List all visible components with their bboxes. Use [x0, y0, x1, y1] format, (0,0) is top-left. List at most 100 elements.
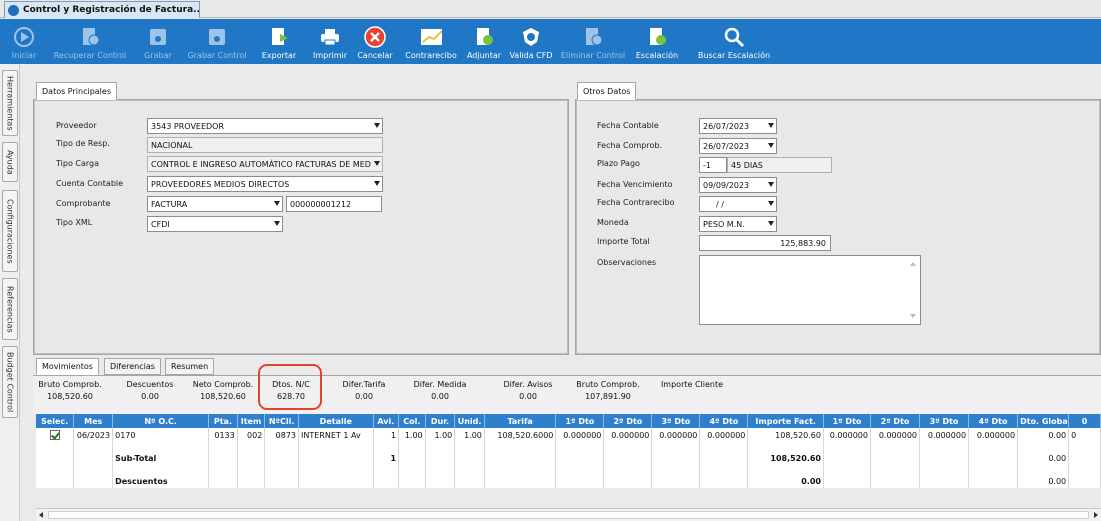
cell-dto2[interactable]: 0.000000 [603, 428, 653, 442]
cuenta-contable-select[interactable]: PROVEEDORES MEDIOS DIRECTOS [147, 176, 383, 192]
export-document-icon [268, 26, 290, 48]
sidebar-tab-ayuda[interactable]: Ayuda [2, 142, 18, 182]
sidebar-tab-budget-control[interactable]: Budget Control [2, 346, 18, 418]
comprobante-number-input[interactable]: 000000001212 [286, 196, 382, 212]
cell-dto3b[interactable]: 0.000000 [919, 428, 970, 442]
escalacion-button[interactable]: Escalación [632, 19, 682, 64]
fecha-contrarecibo-picker[interactable]: / / [699, 196, 777, 212]
scroll-down-icon[interactable] [910, 314, 916, 318]
col-header[interactable]: 2º Dto [870, 414, 921, 428]
moneda-value: PESO M.N. [703, 219, 745, 229]
sidebar-tab-configuraciones[interactable]: Configuraciones [2, 190, 18, 272]
col-header[interactable]: 1º Dto [555, 414, 605, 428]
recuperar-control-button[interactable]: Recuperar Control [54, 19, 126, 64]
cell-avi[interactable]: 1 [373, 428, 400, 442]
adjuntar-button[interactable]: Adjuntar [464, 19, 504, 64]
cell-dto2b[interactable]: 0.000000 [870, 428, 921, 442]
horizontal-scrollbar[interactable] [36, 508, 1101, 521]
cell-detalle[interactable]: INTERNET 1 Av [298, 428, 374, 442]
tab-resumen[interactable]: Resumen [165, 358, 215, 375]
escalacion-label: Escalación [635, 51, 679, 60]
cell-cli[interactable]: 0873 [264, 428, 299, 442]
cell-dto4[interactable]: 0.000000 [699, 428, 749, 442]
cell-dur[interactable]: 1.00 [425, 428, 456, 442]
cell-item[interactable]: 002 [237, 428, 266, 442]
cell-tarifa[interactable]: 108,520.6000 [484, 428, 557, 442]
valida-cfd-button[interactable]: Valida CFD [508, 19, 554, 64]
col-header[interactable]: 3º Dto [919, 414, 970, 428]
cell-oc[interactable]: 0170 [112, 428, 210, 442]
cell-dto4b[interactable]: 0.000000 [968, 428, 1019, 442]
grabar-button[interactable]: Grabar [140, 19, 176, 64]
chevron-down-icon [374, 181, 380, 186]
sidebar-tab-herramientas[interactable]: Herramientas [2, 70, 18, 136]
tab-datos-principales[interactable]: Datos Principales [36, 82, 117, 100]
row-checkbox[interactable] [49, 430, 60, 440]
exportar-button[interactable]: Exportar [254, 19, 304, 64]
buscar-escalacion-button[interactable]: Buscar Escalación [694, 19, 774, 64]
select-cell[interactable] [36, 428, 75, 442]
scrollbar-thumb[interactable] [48, 511, 1089, 519]
comprobante-number-value: 000000001212 [290, 199, 352, 209]
scroll-left-icon[interactable] [39, 512, 43, 518]
col-header[interactable]: Dur. [425, 414, 456, 428]
observaciones-textarea[interactable] [699, 255, 921, 325]
col-header[interactable]: 4º Dto [699, 414, 749, 428]
col-header[interactable]: 4º Dto [968, 414, 1019, 428]
cuenta-contable-value: PROVEEDORES MEDIOS DIRECTOS [151, 179, 290, 189]
col-header[interactable]: Nº O.C. [112, 414, 210, 428]
cell-last[interactable]: 0 [1068, 428, 1101, 442]
col-header[interactable]: Dto. Global [1017, 414, 1070, 428]
tab-otros-datos[interactable]: Otros Datos [577, 82, 637, 100]
col-header[interactable]: NºCli. [264, 414, 299, 428]
tab-movimientos[interactable]: Movimientos [36, 358, 99, 375]
col-header[interactable]: Mes [73, 414, 114, 428]
cell-importe-fact[interactable]: 108,520.60 [747, 428, 824, 442]
proveedor-select[interactable]: 3543 PROVEEDOR [147, 118, 383, 134]
col-header[interactable]: Item [237, 414, 266, 428]
col-header[interactable]: Tarifa [484, 414, 557, 428]
cell-dto-global[interactable]: 0.00 [1017, 428, 1070, 442]
cell-pta[interactable]: 0133 [208, 428, 238, 442]
col-header[interactable]: 3º Dto [651, 414, 701, 428]
col-header[interactable]: Avi. [373, 414, 400, 428]
imprimir-button[interactable]: Imprimir [310, 19, 350, 64]
col-header[interactable]: 1º Dto [823, 414, 871, 428]
eliminar-control-button[interactable]: Eliminar Control [560, 19, 626, 64]
cancelar-button[interactable]: Cancelar [354, 19, 396, 64]
cell-dto1[interactable]: 0.000000 [555, 428, 605, 442]
sidebar-tab-referencias[interactable]: Referencias [2, 278, 18, 340]
contrarecibo-button[interactable]: Contrarecibo [400, 19, 462, 64]
tipo-carga-select[interactable]: CONTROL E INGRESO AUTOMÁTICO FACTURAS DE… [147, 156, 383, 172]
col-header[interactable]: Col. [398, 414, 426, 428]
col-header[interactable]: Detalle [298, 414, 374, 428]
col-header[interactable]: Pta. [208, 414, 238, 428]
iniciar-button[interactable]: Iniciar [8, 19, 40, 64]
importe-total-field[interactable]: 125,883.90 [699, 235, 831, 251]
col-header[interactable]: 0 [1068, 414, 1101, 428]
plazo-pago-input[interactable]: -1 [699, 157, 727, 173]
cell-dto3[interactable]: 0.000000 [651, 428, 701, 442]
table-row[interactable]: 06/2023 0170 0133 002 0873 INTERNET 1 Av… [36, 428, 1101, 442]
comprobante-select[interactable]: FACTURA [147, 196, 283, 212]
tab-diferencias[interactable]: Diferencias [104, 358, 161, 375]
cell-dto1b[interactable]: 0.000000 [823, 428, 871, 442]
scroll-right-icon[interactable] [1094, 512, 1098, 518]
col-header[interactable]: Selec. [36, 414, 75, 428]
fecha-comprob-picker[interactable]: 26/07/2023 [699, 138, 777, 154]
cell-col[interactable]: 1.00 [398, 428, 426, 442]
summary-label: Descuentos [126, 380, 174, 389]
fecha-vencimiento-picker[interactable]: 09/09/2023 [699, 177, 777, 193]
col-header[interactable]: 2º Dto [603, 414, 653, 428]
grabar-control-button[interactable]: Grabar Control [184, 19, 250, 64]
fecha-contable-picker[interactable]: 26/07/2023 [699, 118, 777, 134]
tipo-xml-select[interactable]: CFDI [147, 216, 283, 232]
moneda-select[interactable]: PESO M.N. [699, 216, 777, 232]
comprobante-value: FACTURA [151, 199, 188, 209]
document-tab[interactable]: Control y Registración de Factura... [4, 1, 200, 18]
cell-mes[interactable]: 06/2023 [73, 428, 114, 442]
col-header[interactable]: Importe Fact. [747, 414, 824, 428]
col-header[interactable]: Unid. [454, 414, 485, 428]
cell-unid[interactable]: 1.00 [454, 428, 485, 442]
scroll-up-icon[interactable] [910, 262, 916, 266]
